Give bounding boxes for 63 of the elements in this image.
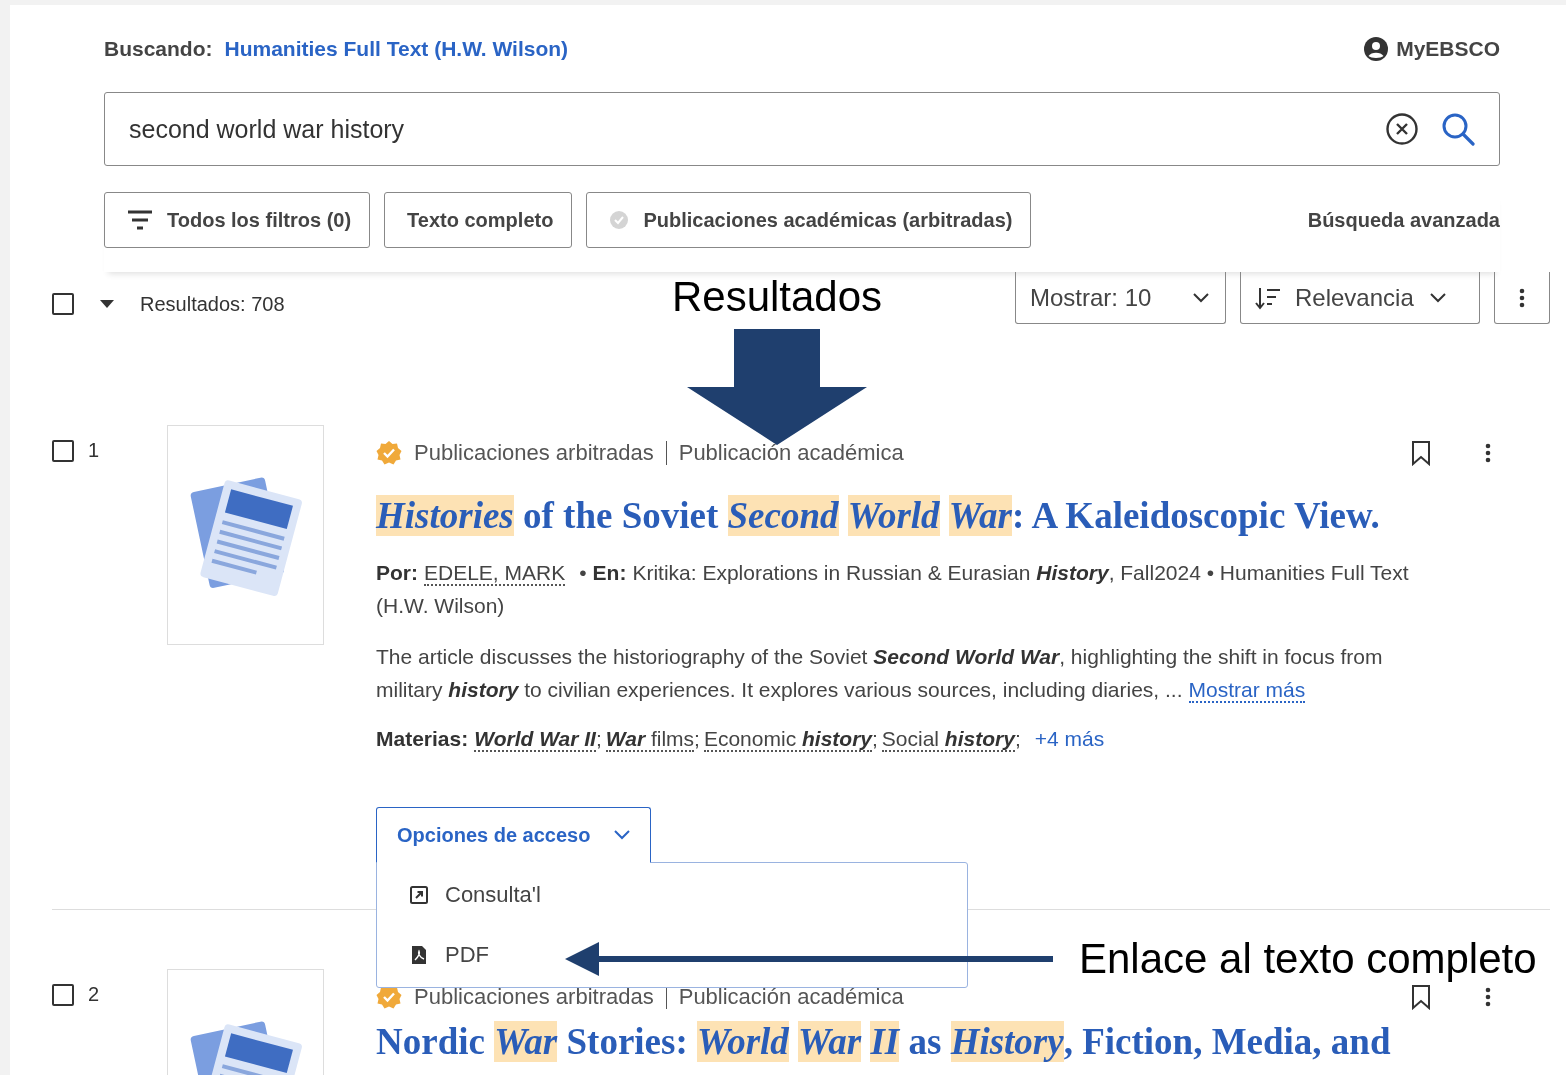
search-bar[interactable]: second world war history xyxy=(104,92,1500,166)
kebab-icon xyxy=(1484,987,1492,1007)
bookmark-button[interactable] xyxy=(1410,984,1432,1010)
check-badge-icon xyxy=(609,210,630,230)
result-title[interactable]: Nordic War Stories: World War II as History, Fiction, Media, and xyxy=(376,1022,1446,1062)
more-options-button[interactable] xyxy=(1484,987,1492,1007)
clear-button[interactable] xyxy=(1385,112,1419,146)
subjects-label: Materias: xyxy=(376,727,469,750)
user-icon xyxy=(1364,37,1389,61)
subject-link[interactable]: Economic history xyxy=(703,727,872,752)
show-more-link[interactable]: Mostrar más xyxy=(1188,678,1306,703)
sort-icon xyxy=(1255,285,1281,310)
subject-separator: ; xyxy=(694,727,700,750)
checkbox[interactable] xyxy=(52,439,74,462)
advanced-search-link[interactable]: Búsqueda avanzada xyxy=(1307,208,1500,232)
subject-separator: ; xyxy=(872,727,878,750)
menu-item[interactable]: Consulta'l xyxy=(409,882,541,908)
search-button[interactable] xyxy=(1441,112,1475,146)
more-options-button[interactable] xyxy=(1484,443,1492,463)
down-arrow-icon xyxy=(687,329,867,445)
bookmark-icon xyxy=(1410,984,1432,1010)
filter-icon xyxy=(127,209,153,231)
annotation-label: Enlace al texto completo xyxy=(1079,935,1537,983)
menu-item[interactable]: PDF xyxy=(409,942,489,968)
external-link-icon xyxy=(409,885,429,905)
clear-icon xyxy=(1385,112,1419,146)
access-options-button[interactable]: Opciones de acceso xyxy=(376,807,652,863)
result-number: 2 xyxy=(88,983,100,1006)
bookmark-button[interactable] xyxy=(1410,440,1432,466)
kebab-icon xyxy=(1518,287,1526,308)
publication-type: Publicación académica xyxy=(665,985,904,1009)
subject-separator: ; xyxy=(595,727,602,750)
caret-icon xyxy=(100,300,114,308)
page-size-select[interactable]: Mostrar: 10 xyxy=(1015,272,1226,324)
checkbox[interactable] xyxy=(52,293,74,315)
pdf-file-icon xyxy=(409,945,429,965)
filter-button[interactable]: Texto completo xyxy=(384,192,573,248)
abstract-text: The article discusses the historiography of the Soviet Second World War, highlighting the shift in focus from military history to civilian experiences. It explores various sources, including diaries, ... Mostrar más xyxy=(376,644,1384,705)
subject-link[interactable]: World War II xyxy=(474,727,596,752)
searching-label: Buscando: xyxy=(104,37,213,61)
more-subjects-link[interactable]: +4 más xyxy=(1034,727,1105,750)
annotation-label: Resultados xyxy=(671,273,883,321)
search-icon xyxy=(1441,112,1475,146)
peer-reviewed-label: Publicaciones arbitradas xyxy=(414,984,654,1010)
checkbox[interactable] xyxy=(52,983,74,1006)
result-number: 1 xyxy=(88,439,100,462)
kebab-icon xyxy=(1484,443,1492,463)
source-line: Por: EDELE, MARK • En: Kritika: Explorations in Russian & Eurasian History, Fall2024 • Humanities Full Text (H.W. Wilson) xyxy=(376,560,1410,619)
sort-select[interactable]: Relevancia xyxy=(1240,272,1480,324)
bookmark-icon xyxy=(1410,440,1432,466)
left-arrow-icon xyxy=(565,942,1053,976)
verified-badge-icon xyxy=(376,440,402,466)
filter-button[interactable]: Publicaciones académicas (arbitradas) xyxy=(586,192,1032,248)
result-title[interactable]: Histories of the Soviet Second World War: A Kaleidoscopic View. xyxy=(376,494,1446,538)
subject-link[interactable]: War films xyxy=(605,727,695,752)
filter-button[interactable]: Todos los filtros (0) xyxy=(104,192,371,248)
search-field[interactable]: second world war history xyxy=(129,114,1363,144)
account-link[interactable]: MyEBSCO xyxy=(1364,37,1500,61)
subject-link[interactable]: Social history xyxy=(881,727,1015,752)
results-count: Resultados: 708 xyxy=(140,292,285,316)
author-link[interactable]: EDELE, MARK xyxy=(424,561,566,586)
database-link[interactable]: Humanities Full Text (H.W. Wilson) xyxy=(224,37,569,61)
peer-reviewed-label: Publicaciones arbitradas xyxy=(414,440,654,466)
